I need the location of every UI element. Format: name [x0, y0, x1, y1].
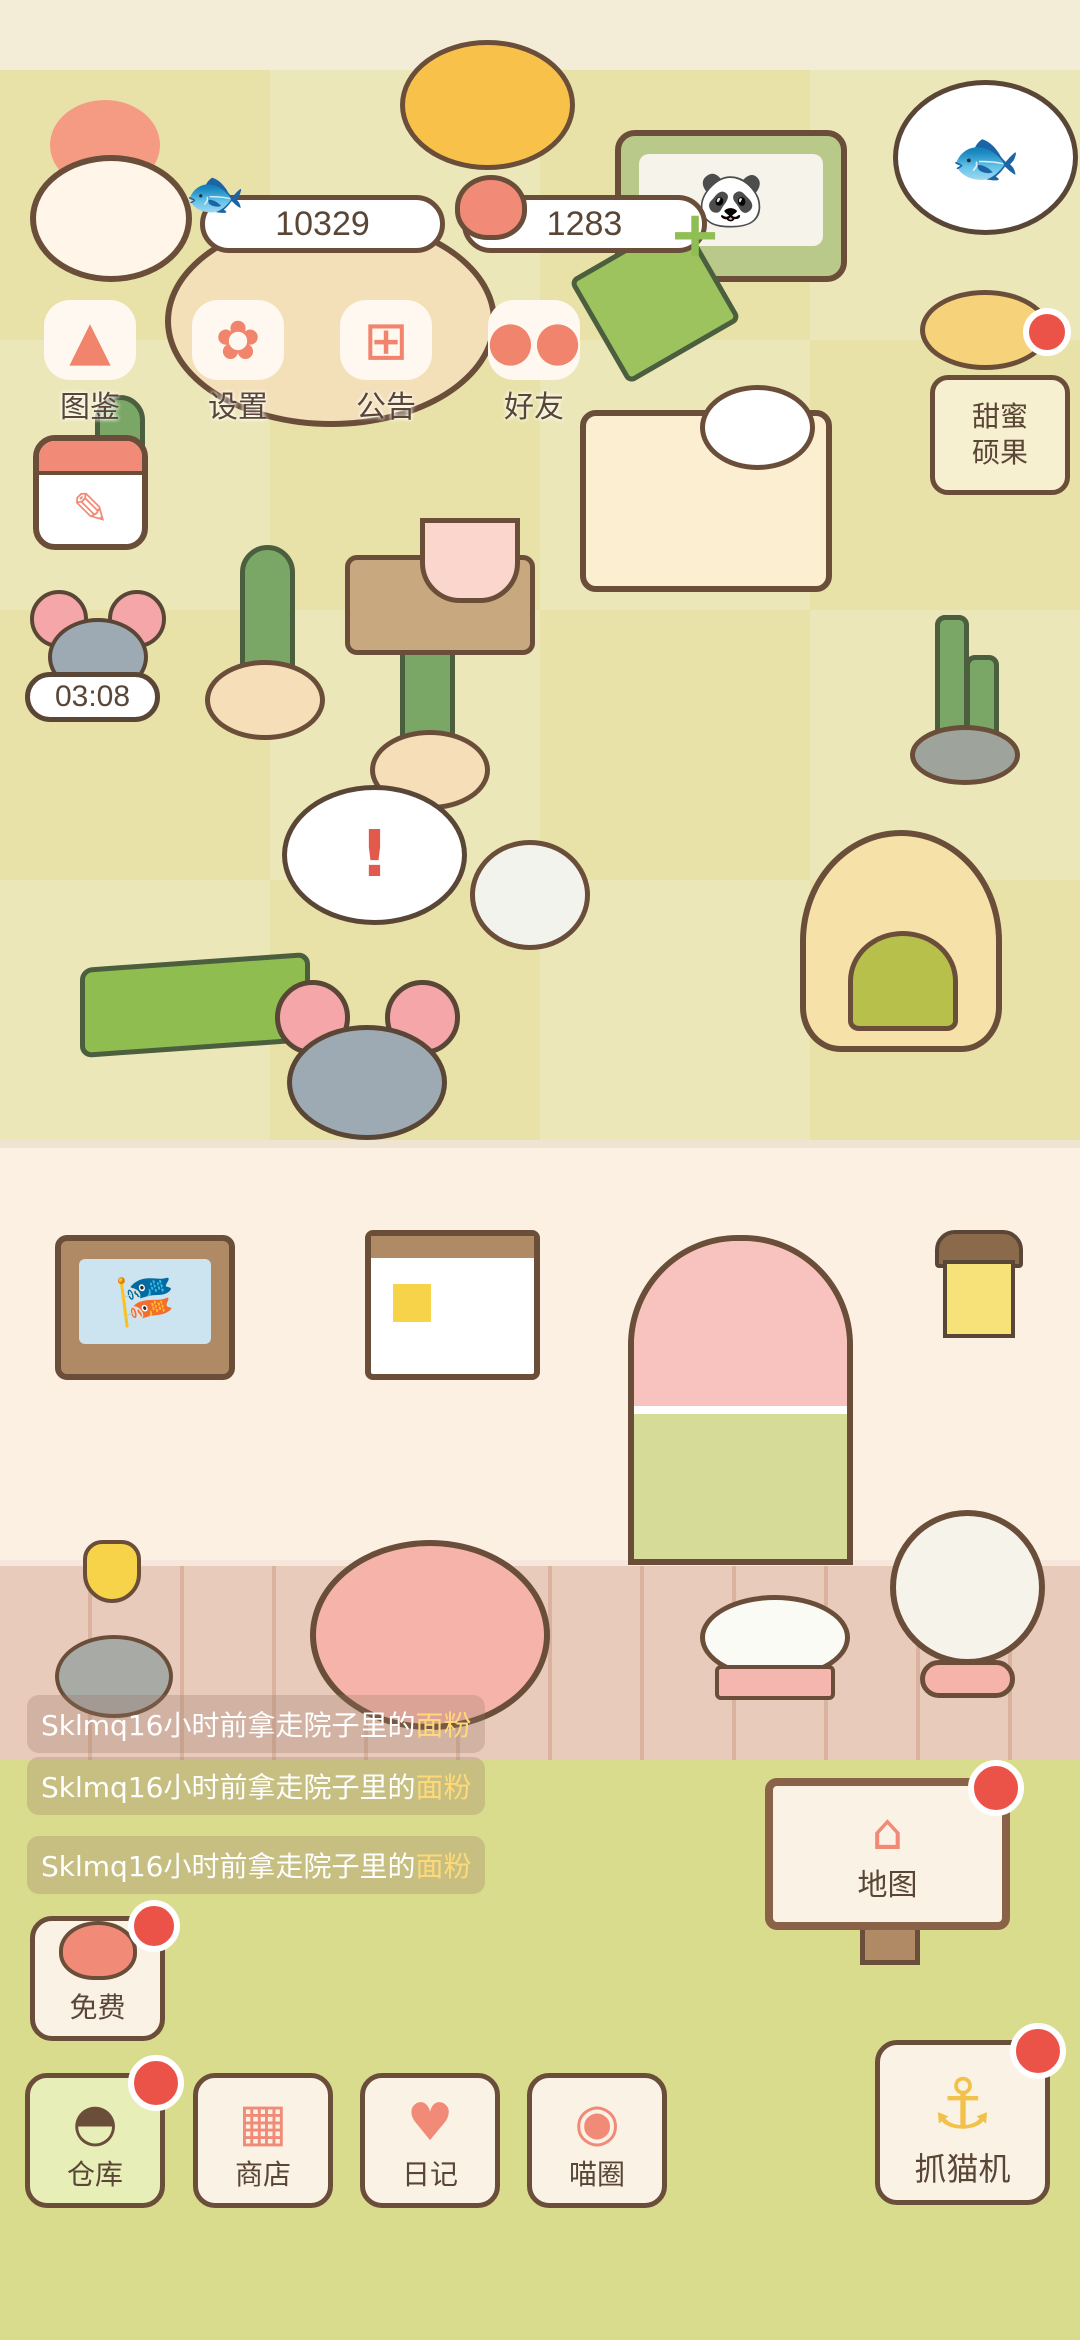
friends-label: 好友 — [504, 390, 564, 425]
warehouse-badge — [128, 2055, 184, 2111]
settings-button[interactable]: ✿ 设置 — [178, 300, 298, 430]
fish-speech-bubble[interactable]: 🐟 — [893, 80, 1078, 235]
mouse-timer-icon[interactable] — [30, 590, 166, 696]
free-label: 免费 — [69, 1991, 126, 2024]
log-text: Sklmq16小时前拿走院子里的 — [41, 1709, 416, 1742]
cat-circle-label: 喵圈 — [568, 2158, 625, 2191]
teacup[interactable] — [420, 518, 520, 603]
add-heart-button[interactable]: + — [665, 198, 725, 272]
activity-log-item: Sklmq16小时前拿走院子里的 面粉 — [27, 1757, 486, 1815]
log-highlight: 面粉 — [415, 1850, 472, 1883]
cat-circle-button[interactable]: ◉ 喵圈 — [527, 2073, 667, 2208]
gear-icon: ✿ — [192, 300, 284, 380]
electric-fan[interactable] — [885, 1510, 1050, 1700]
collection-label: 图鉴 — [60, 390, 120, 425]
diary-label: 日记 — [401, 2158, 458, 2191]
announcement-label: 公告 — [356, 390, 416, 425]
gift-icon: ⊞ — [340, 300, 432, 380]
friends-icon: ●● — [487, 300, 581, 380]
claw-icon: ⚓ — [931, 2063, 994, 2145]
wall-lantern[interactable] — [925, 1215, 1025, 1355]
timer-value: 03:08 — [54, 680, 131, 713]
shop-label: 商店 — [234, 2158, 291, 2191]
activity-log-item: Sklmq16小时前拿走院子里的 面粉 — [27, 1836, 486, 1894]
announcement-button[interactable]: ⊞ 公告 — [326, 300, 446, 430]
white-stool[interactable] — [700, 1595, 850, 1710]
settings-label: 设置 — [208, 390, 268, 425]
calendar-edit-button[interactable]: ✎ — [33, 435, 148, 550]
koi-picture-frame[interactable]: 🎏 — [55, 1235, 235, 1380]
sweet-fruit-sign[interactable]: 甜蜜 硕果 — [930, 375, 1070, 495]
house-icon: ⌂ — [871, 1803, 904, 1861]
activity-log-item: Sklmq16小时前拿走院子里的 面粉 — [27, 1695, 486, 1753]
fish-icon: 🐟 — [950, 125, 1021, 191]
free-badge — [128, 1900, 180, 1952]
grumpy-mouse-character[interactable] — [275, 980, 460, 1140]
map-badge — [968, 1760, 1024, 1816]
claw-machine-badge — [1010, 2023, 1066, 2079]
curtained-doorway[interactable] — [628, 1235, 853, 1565]
friends-button[interactable]: ●● 好友 — [474, 300, 594, 430]
cat-planet-icon: ◉ — [574, 2093, 620, 2153]
exclamation-icon: ! — [359, 818, 390, 892]
warehouse-icon: ◓ — [72, 2093, 118, 2153]
shop-icon: ▦ — [238, 2093, 288, 2153]
bamboo-pot[interactable] — [905, 615, 1020, 785]
map-label: 地图 — [857, 1868, 918, 1903]
fish-count-value: 10329 — [275, 204, 370, 243]
log-highlight: 面粉 — [415, 1709, 472, 1742]
white-cat-toy[interactable] — [470, 840, 590, 950]
player-avatar[interactable] — [25, 100, 192, 282]
diary-button[interactable]: ♥ 日记 — [360, 2073, 500, 2208]
heart-count-value: 1283 — [546, 204, 623, 243]
warehouse-label: 仓库 — [66, 2158, 123, 2191]
cactus-base — [205, 660, 325, 740]
fish-icon: 🐟 — [185, 166, 245, 222]
straw-cat-house[interactable] — [800, 830, 1002, 1052]
shop-sign-badge — [1023, 308, 1071, 356]
diary-icon: ♥ — [406, 2093, 454, 2153]
alert-speech-bubble[interactable]: ! — [282, 785, 467, 925]
log-highlight: 面粉 — [415, 1771, 472, 1804]
pencil-icon: ✎ — [72, 484, 109, 535]
timer-pill: 03:08 — [25, 672, 160, 722]
sweet-fruit-label: 甜蜜 硕果 — [971, 400, 1028, 469]
heart-icon — [455, 175, 527, 240]
cat-face-icon: ▲ — [44, 300, 136, 380]
koi-kite-decor[interactable] — [400, 40, 575, 170]
log-text: Sklmq16小时前拿走院子里的 — [41, 1771, 416, 1804]
collection-button[interactable]: ▲ 图鉴 — [30, 300, 150, 430]
rice-bowl[interactable] — [700, 385, 815, 470]
log-text: Sklmq16小时前拿走院子里的 — [41, 1850, 416, 1883]
tulip-plant[interactable] — [45, 1540, 175, 1718]
wall-calendar[interactable] — [365, 1230, 540, 1380]
claw-machine-label: 抓猫机 — [914, 2150, 1011, 2188]
heart-face-icon — [58, 1921, 137, 1980]
shop-button[interactable]: ▦ 商店 — [193, 2073, 333, 2208]
koi-icon: 🎏 — [79, 1259, 211, 1344]
